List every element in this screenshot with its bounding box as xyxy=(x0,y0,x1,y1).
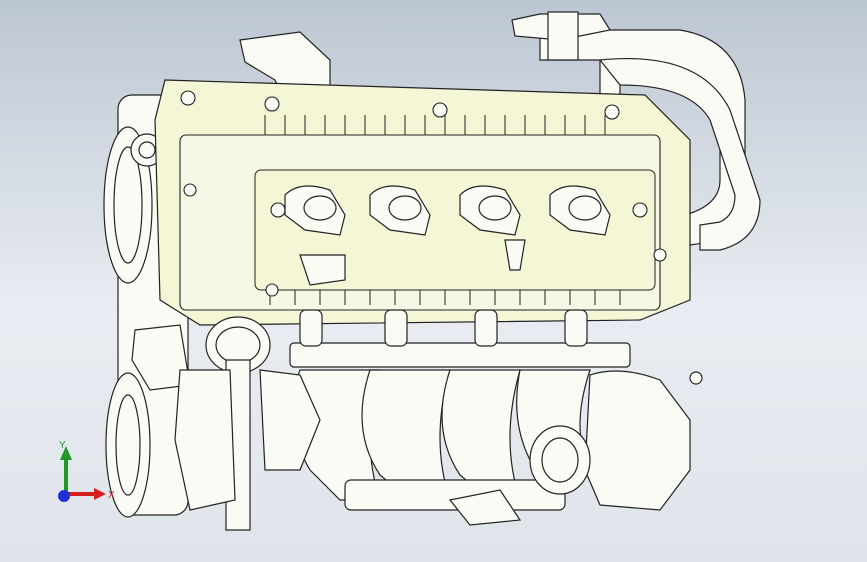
coordinate-triad: Y X xyxy=(58,440,115,502)
x-axis-label: X xyxy=(108,490,115,501)
x-axis-arrow xyxy=(94,488,106,500)
engine-3d-model[interactable] xyxy=(0,0,867,562)
graphics-viewport[interactable]: Y X xyxy=(0,0,867,562)
y-axis-label: Y xyxy=(59,440,66,451)
z-axis-dot xyxy=(58,490,70,502)
